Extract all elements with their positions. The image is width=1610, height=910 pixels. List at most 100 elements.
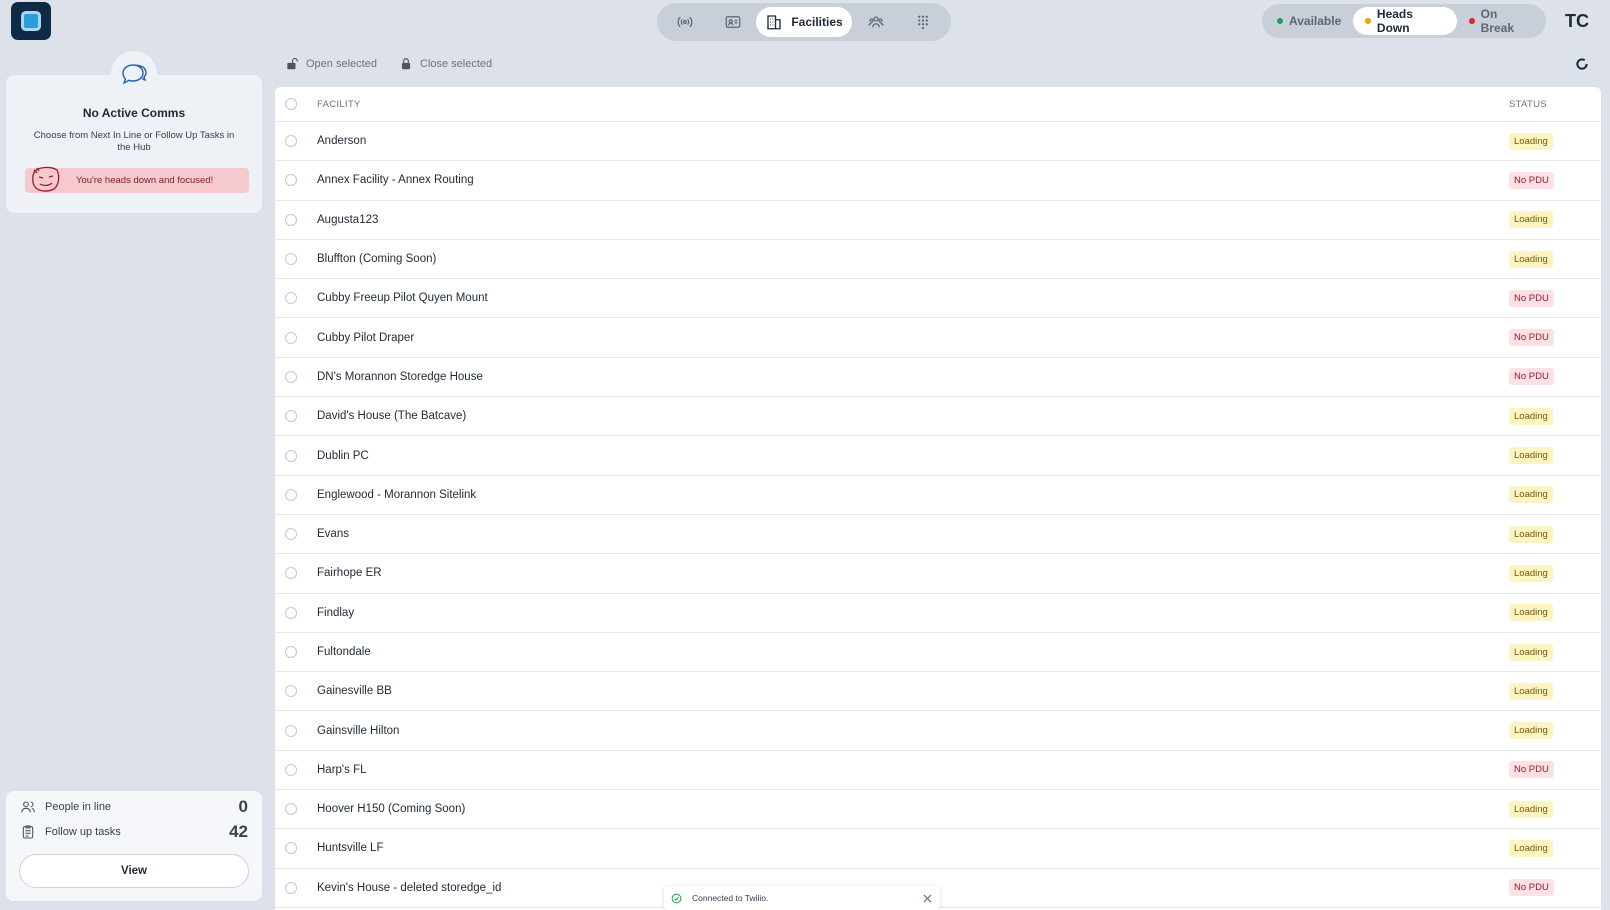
table-row[interactable]: David's House (The Batcave) Loading xyxy=(275,397,1601,437)
comms-bubble xyxy=(111,51,157,97)
row-checkbox[interactable] xyxy=(285,292,297,305)
row-checkbox[interactable] xyxy=(285,646,297,658)
refresh-icon[interactable] xyxy=(1574,56,1590,72)
row-checkbox[interactable] xyxy=(285,803,297,816)
unlock-icon xyxy=(287,57,298,70)
status-cell: Loading xyxy=(1509,447,1601,465)
queue-stats-card: People in line 0 Follow up tasks 42 View xyxy=(6,791,262,901)
close-selected-button[interactable]: Close selected xyxy=(399,57,492,71)
facilities-table: FACILITY STATUS Anderson Loading Annex Fac… xyxy=(275,87,1601,910)
table-row[interactable]: Fultondale Loading xyxy=(275,633,1601,673)
status-cell: Loading xyxy=(1509,407,1601,425)
open-selected-button[interactable]: Open selected xyxy=(285,57,377,71)
contact-card-icon xyxy=(725,16,740,28)
row-checkbox[interactable] xyxy=(285,253,297,266)
logo-mark xyxy=(24,14,38,28)
facility-name: Fultondale xyxy=(317,646,371,658)
nav-teams[interactable] xyxy=(852,7,900,37)
status-cell: Loading xyxy=(1509,132,1601,150)
status-badge: Loading xyxy=(1509,722,1553,740)
people-group-icon xyxy=(867,16,884,28)
row-checkbox[interactable] xyxy=(285,449,297,462)
row-checkbox[interactable] xyxy=(285,567,297,580)
status-cell: Loading xyxy=(1509,643,1601,661)
table-row[interactable]: Cubby Pilot Draper No PDU xyxy=(275,318,1601,358)
row-checkbox[interactable] xyxy=(285,606,297,619)
select-all-checkbox[interactable] xyxy=(285,98,297,110)
row-checkbox[interactable] xyxy=(285,763,297,776)
row-checkbox[interactable] xyxy=(285,488,297,501)
row-checkbox[interactable] xyxy=(285,174,297,187)
status-cell: No PDU xyxy=(1509,289,1601,307)
row-checkbox[interactable] xyxy=(285,331,297,344)
nav-broadcast[interactable] xyxy=(661,7,709,37)
available-dot xyxy=(1277,18,1283,24)
facility-name: Englewood - Morannon Sitelink xyxy=(317,488,477,501)
facility-name: Hoover H150 (Coming Soon) xyxy=(317,803,466,816)
heads-down-banner: You're heads down and focused! xyxy=(25,166,249,193)
table-body: Anderson Loading Annex Facility - Annex Ro… xyxy=(275,122,1601,908)
table-row[interactable]: Cubby Freeup Pilot Quyen Mount No PDU xyxy=(275,279,1601,319)
facility-name: Findlay xyxy=(317,606,355,619)
status-on-break[interactable]: On Break xyxy=(1457,7,1543,35)
table-row[interactable]: DN's Morannon Storedge House No PDU xyxy=(275,358,1601,398)
table-row[interactable]: Huntsville LF Loading xyxy=(275,829,1601,869)
row-checkbox[interactable] xyxy=(285,881,297,894)
focused-face-icon xyxy=(32,166,60,192)
facility-name: Anderson xyxy=(317,135,367,148)
clipboard-icon xyxy=(22,825,34,839)
table-row[interactable]: Bluffton (Coming Soon) Loading xyxy=(275,240,1601,280)
status-cell: Loading xyxy=(1509,682,1601,700)
table-row[interactable]: Hoover H150 (Coming Soon) Loading xyxy=(275,790,1601,830)
facility-name: Gainsville Hilton xyxy=(317,724,400,737)
status-cell: Loading xyxy=(1509,486,1601,504)
chat-bubbles-icon xyxy=(122,64,147,85)
grid-dots-icon xyxy=(918,15,929,30)
close-selected-label: Close selected xyxy=(420,58,493,70)
table-row[interactable]: Fairhope ER Loading xyxy=(275,554,1601,594)
table-row[interactable]: Annex Facility - Annex Routing No PDU xyxy=(275,161,1601,201)
status-cell: Loading xyxy=(1509,250,1601,268)
table-row[interactable]: Findlay Loading xyxy=(275,594,1601,633)
status-badge: No PDU xyxy=(1509,761,1554,779)
status-badge: Loading xyxy=(1509,407,1553,425)
table-row[interactable]: Gainesville BB Loading xyxy=(275,672,1601,712)
on-break-dot xyxy=(1468,18,1475,24)
table-row[interactable]: Harp's FL No PDU xyxy=(275,751,1601,791)
row-checkbox[interactable] xyxy=(285,724,297,737)
row-checkbox[interactable] xyxy=(285,135,297,148)
table-header: FACILITY STATUS xyxy=(275,87,1601,122)
table-row[interactable]: Evans Loading xyxy=(275,515,1601,555)
table-row[interactable]: Anderson Loading xyxy=(275,122,1601,162)
facility-column-header: FACILITY xyxy=(317,98,361,110)
row-checkbox[interactable] xyxy=(285,685,297,698)
table-row[interactable]: Augusta123 Loading xyxy=(275,201,1601,240)
row-checkbox[interactable] xyxy=(285,410,297,423)
status-badge: Loading xyxy=(1509,132,1553,150)
status-heads-down[interactable]: Heads Down xyxy=(1353,7,1457,35)
table-row[interactable]: Dublin PC Loading xyxy=(275,436,1601,476)
status-badge: Loading xyxy=(1509,525,1553,543)
row-checkbox[interactable] xyxy=(285,842,297,855)
row-checkbox[interactable] xyxy=(285,528,297,541)
follow-up-tasks-label: Follow up tasks xyxy=(45,826,121,838)
table-row[interactable]: Gainsville Hilton Loading xyxy=(275,711,1601,751)
status-column-header: STATUS xyxy=(1509,98,1547,110)
status-badge: Loading xyxy=(1509,211,1553,229)
nav-facilities[interactable]: Facilities xyxy=(756,7,852,37)
row-checkbox[interactable] xyxy=(285,370,297,383)
table-row[interactable]: Englewood - Morannon Sitelink Loading xyxy=(275,476,1601,515)
close-icon[interactable] xyxy=(923,893,932,903)
nav-contacts[interactable] xyxy=(709,7,757,37)
app-logo[interactable] xyxy=(11,2,51,40)
row-checkbox[interactable] xyxy=(285,213,297,226)
nav-apps[interactable] xyxy=(899,7,947,37)
status-cell: No PDU xyxy=(1509,879,1601,897)
status-cell: Loading xyxy=(1509,839,1601,857)
user-avatar[interactable]: TC xyxy=(1558,4,1596,38)
status-available[interactable]: Available xyxy=(1265,7,1353,35)
heads-down-text: You're heads down and focused! xyxy=(76,175,214,186)
toast-message: Connected to Twilio. xyxy=(692,893,769,903)
status-badge: No PDU xyxy=(1509,171,1554,189)
view-button[interactable]: View xyxy=(19,854,249,888)
